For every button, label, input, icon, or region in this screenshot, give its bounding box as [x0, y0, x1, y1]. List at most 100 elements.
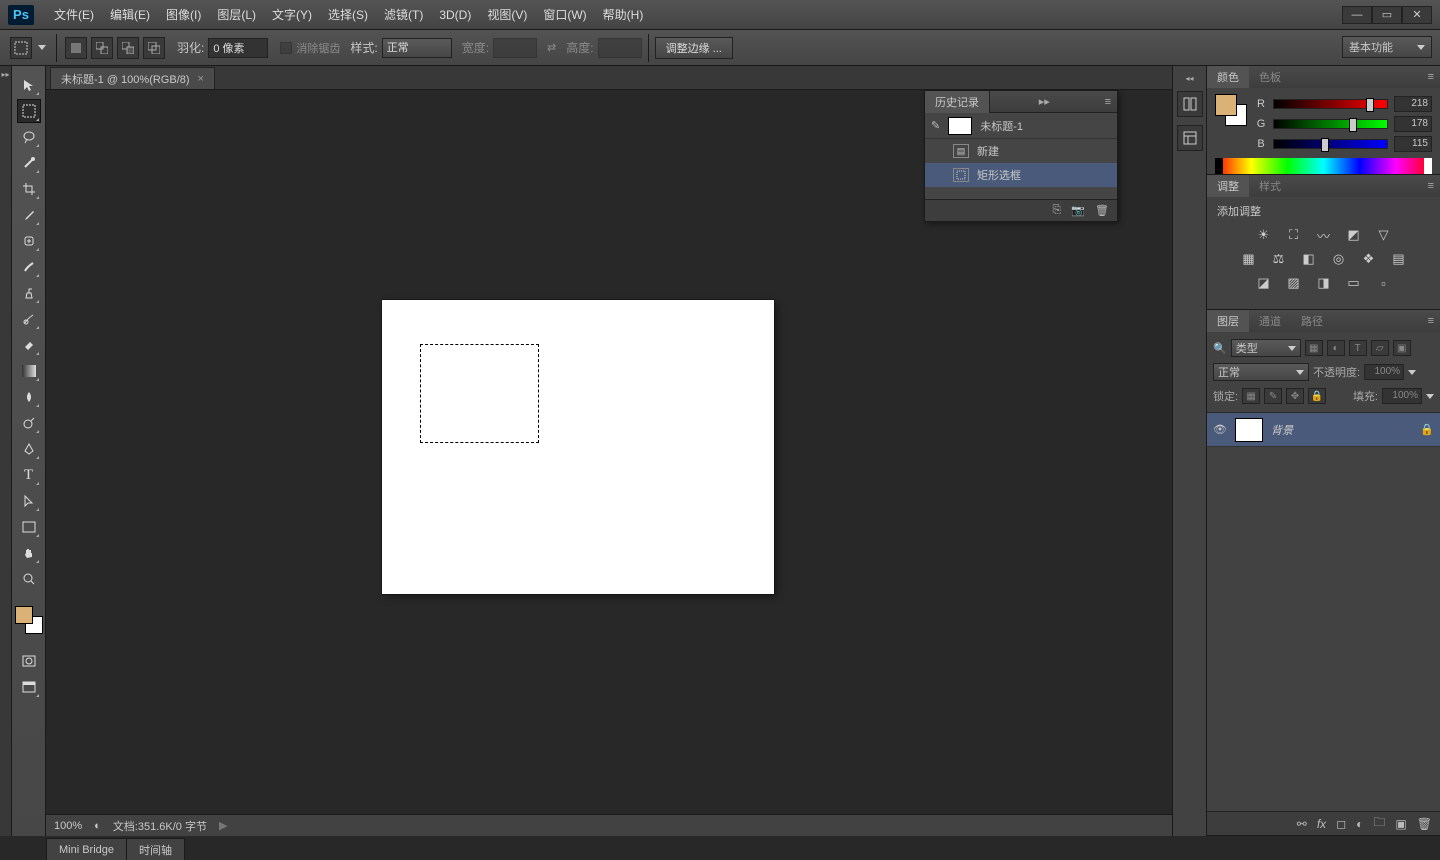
document-tab[interactable]: 未标题-1 @ 100%(RGB/8) ×: [50, 67, 215, 89]
lasso-tool[interactable]: [17, 125, 41, 149]
b-slider[interactable]: [1273, 139, 1388, 149]
menu-item[interactable]: 帮助(H): [595, 2, 652, 27]
status-preview-icon[interactable]: ◐: [94, 820, 101, 832]
color-balance-icon[interactable]: ⚖: [1269, 251, 1289, 267]
visibility-toggle-icon[interactable]: 👁: [1213, 423, 1227, 437]
adjustments-tab[interactable]: 调整: [1207, 175, 1249, 197]
b-value[interactable]: 115: [1394, 136, 1432, 152]
menu-item[interactable]: 滤镜(T): [376, 2, 431, 27]
panel-menu-icon[interactable]: ≡: [1422, 315, 1440, 327]
delete-layer-icon[interactable]: 🗑: [1417, 817, 1432, 831]
mini-bridge-tab[interactable]: Mini Bridge: [46, 838, 127, 860]
minimize-button[interactable]: —: [1342, 6, 1372, 24]
layer-name[interactable]: 背景: [1271, 422, 1412, 438]
canvas[interactable]: [382, 300, 774, 594]
zoom-level[interactable]: 100%: [54, 820, 82, 832]
curves-icon[interactable]: 〰: [1314, 227, 1334, 243]
filter-adjust-icon[interactable]: ◐: [1327, 340, 1345, 356]
history-item[interactable]: 矩形选框: [925, 163, 1117, 187]
menu-item[interactable]: 3D(D): [431, 4, 479, 26]
type-tool[interactable]: T: [17, 463, 41, 487]
filter-smart-icon[interactable]: ▣: [1393, 340, 1411, 356]
r-slider[interactable]: [1273, 99, 1388, 109]
layer-filter-select[interactable]: 类型: [1231, 339, 1301, 357]
new-selection-icon[interactable]: [65, 37, 87, 59]
refine-edge-button[interactable]: 调整边缘 ...: [655, 37, 733, 59]
new-group-icon[interactable]: 🗀: [1373, 813, 1385, 834]
timeline-tab[interactable]: 时间轴: [126, 838, 185, 860]
layer-thumbnail[interactable]: [1235, 418, 1263, 442]
menu-item[interactable]: 文字(Y): [264, 2, 320, 27]
path-selection-tool[interactable]: [17, 489, 41, 513]
current-tool-icon[interactable]: [10, 37, 32, 59]
status-menu-arrow[interactable]: ▶: [219, 819, 227, 832]
channels-tab[interactable]: 通道: [1249, 310, 1291, 332]
history-snapshot-row[interactable]: ✎ 未标题-1: [925, 113, 1117, 139]
vibrance-icon[interactable]: ▽: [1374, 227, 1394, 243]
menu-item[interactable]: 视图(V): [479, 2, 535, 27]
invert-icon[interactable]: ◪: [1254, 275, 1274, 291]
posterize-icon[interactable]: ▨: [1284, 275, 1304, 291]
brightness-icon[interactable]: ☀: [1254, 227, 1274, 243]
menu-item[interactable]: 图层(L): [209, 2, 264, 27]
document-info[interactable]: 文档:351.6K/0 字节: [113, 818, 207, 834]
hand-tool[interactable]: [17, 541, 41, 565]
add-selection-icon[interactable]: [91, 37, 113, 59]
screen-mode-toggle[interactable]: [17, 675, 41, 699]
expand-dock-arrow[interactable]: ◂◂: [1185, 74, 1193, 83]
channel-mixer-icon[interactable]: ❖: [1359, 251, 1379, 267]
panel-menu-icon[interactable]: ≡: [1422, 71, 1440, 83]
layer-mask-icon[interactable]: ◻: [1336, 817, 1346, 831]
canvas-area[interactable]: 历史记录 ▸▸ ≡ ✎ 未标题-1 ▤ 新建 矩形选框: [46, 90, 1172, 814]
collapse-panel-icon[interactable]: ▸▸: [1033, 95, 1056, 108]
feather-input[interactable]: [208, 38, 268, 58]
hue-icon[interactable]: ▦: [1239, 251, 1259, 267]
link-layers-icon[interactable]: ⚯: [1297, 817, 1307, 831]
healing-brush-tool[interactable]: [17, 229, 41, 253]
lock-move-icon[interactable]: ✥: [1286, 388, 1304, 404]
menu-item[interactable]: 文件(E): [46, 2, 102, 27]
fg-color-swatch[interactable]: [1215, 94, 1237, 116]
layer-row[interactable]: 👁 背景 🔒: [1207, 413, 1440, 447]
color-spectrum[interactable]: [1215, 158, 1432, 174]
g-value[interactable]: 178: [1394, 116, 1432, 132]
dock-icon-1[interactable]: [1177, 91, 1203, 117]
pen-tool[interactable]: [17, 437, 41, 461]
lock-pixels-icon[interactable]: ▦: [1242, 388, 1260, 404]
g-slider[interactable]: [1273, 119, 1388, 129]
new-snapshot-icon[interactable]: 📷: [1071, 204, 1085, 217]
delete-state-icon[interactable]: 🗑: [1095, 204, 1109, 217]
new-layer-icon[interactable]: ▣: [1395, 817, 1406, 831]
tool-preset-dropdown[interactable]: [38, 45, 46, 50]
paths-tab[interactable]: 路径: [1291, 310, 1333, 332]
workspace-switcher[interactable]: 基本功能: [1342, 36, 1432, 58]
gradient-map-icon[interactable]: ▭: [1344, 275, 1364, 291]
quick-mask-toggle[interactable]: [17, 649, 41, 673]
move-tool[interactable]: [17, 73, 41, 97]
menu-item[interactable]: 选择(S): [320, 2, 376, 27]
history-brush-tool[interactable]: [17, 307, 41, 331]
photo-filter-icon[interactable]: ◎: [1329, 251, 1349, 267]
selective-color-icon[interactable]: ▫: [1374, 275, 1394, 291]
fill-value[interactable]: 100%: [1382, 388, 1422, 404]
color-swatches[interactable]: [15, 606, 43, 634]
panel-menu-icon[interactable]: ≡: [1099, 96, 1117, 108]
close-tab-icon[interactable]: ×: [198, 73, 204, 85]
bw-icon[interactable]: ◧: [1299, 251, 1319, 267]
foreground-color-swatch[interactable]: [15, 606, 33, 624]
style-select[interactable]: 正常: [382, 38, 452, 58]
dodge-tool[interactable]: [17, 411, 41, 435]
history-item[interactable]: ▤ 新建: [925, 139, 1117, 163]
color-tab[interactable]: 颜色: [1207, 66, 1249, 88]
layer-fx-icon[interactable]: fx: [1317, 817, 1326, 831]
eyedropper-tool[interactable]: [17, 203, 41, 227]
filter-type-icon[interactable]: T: [1349, 340, 1367, 356]
lock-all-icon[interactable]: 🔒: [1308, 388, 1326, 404]
expand-dock-strip[interactable]: ▸▸: [0, 66, 12, 836]
menu-item[interactable]: 图像(I): [158, 2, 209, 27]
r-value[interactable]: 218: [1394, 96, 1432, 112]
blur-tool[interactable]: [17, 385, 41, 409]
levels-icon[interactable]: ⛶: [1284, 227, 1304, 243]
lock-position-icon[interactable]: ✎: [1264, 388, 1282, 404]
panel-menu-icon[interactable]: ≡: [1422, 180, 1440, 192]
